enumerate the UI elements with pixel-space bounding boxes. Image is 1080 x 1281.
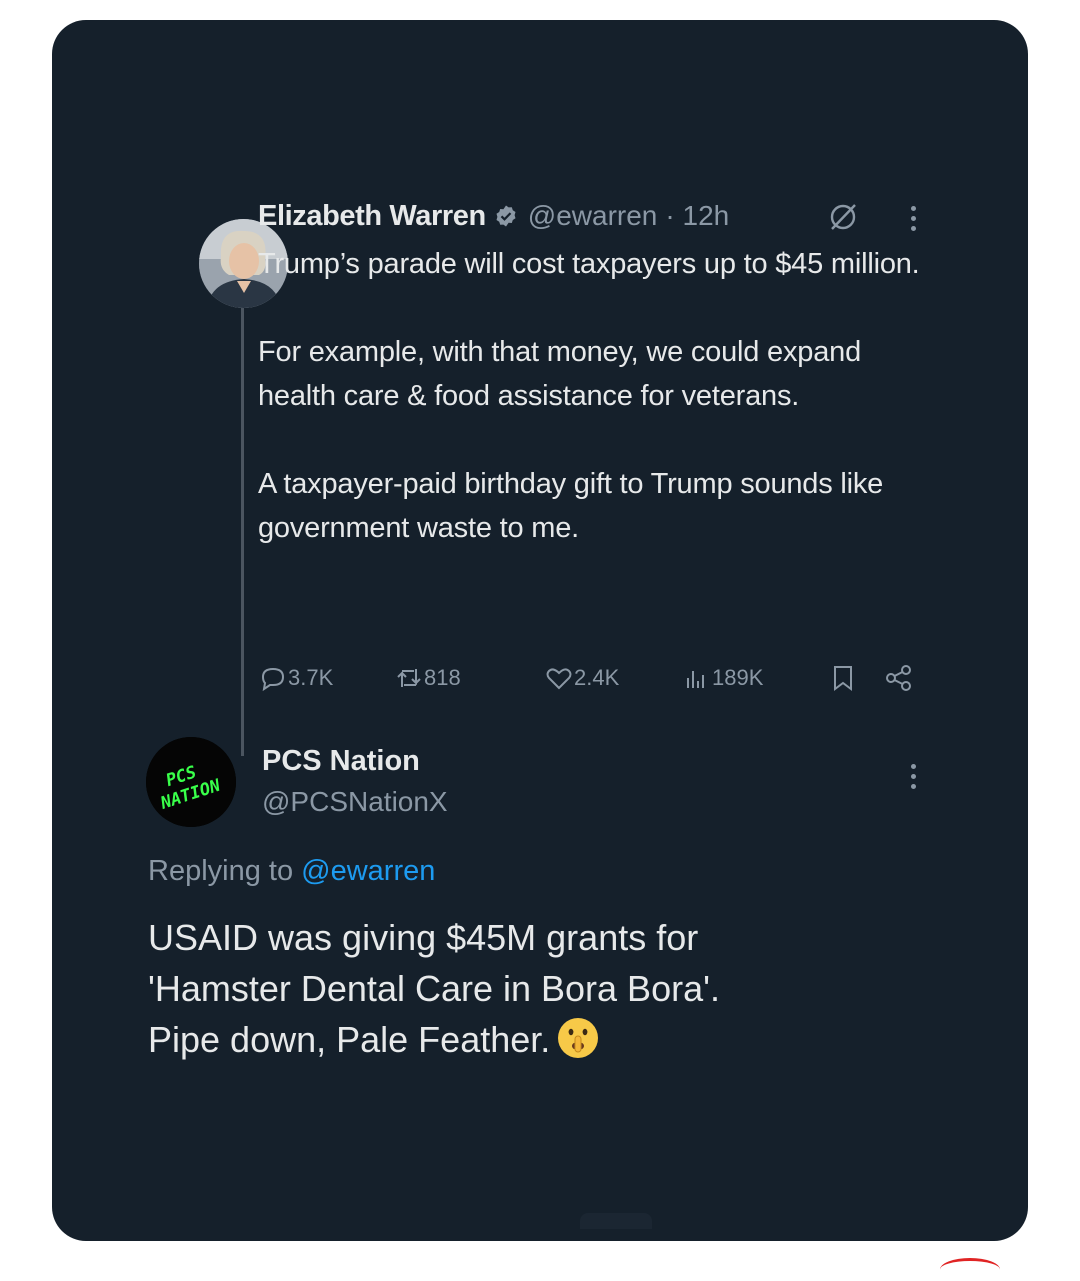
more-options-icon[interactable] [911, 206, 917, 236]
shushing-face-emoji-icon [558, 1018, 599, 1058]
views-icon [687, 671, 704, 688]
tweet-body: Trump’s parade will cost taxpayers up to… [258, 242, 938, 550]
tweet-paragraph: A taxpayer-paid birthday gift to Trump s… [258, 468, 884, 544]
bookmark-button[interactable] [828, 658, 858, 698]
thread-line [241, 306, 244, 756]
tweet-header: Elizabeth Warren @ewarren · 12h [258, 198, 729, 234]
bookmark-icon [834, 666, 852, 691]
repost-button[interactable]: 818 [394, 658, 461, 698]
replying-to-handle[interactable]: @ewarren [301, 855, 435, 887]
repost-count: 818 [424, 665, 461, 690]
pcs-nation-logo: PCS NATION [146, 737, 236, 827]
heart-icon [546, 668, 572, 690]
avatar-pcs-nation[interactable]: PCS NATION [146, 737, 236, 827]
tweet-paragraph: For example, with that money, we could e… [258, 336, 862, 412]
reply-button[interactable]: 3.7K [258, 658, 333, 698]
reply-line-last: Pipe down, Pale Feather. [148, 1014, 908, 1065]
author-handle[interactable]: @ewarren [528, 200, 658, 232]
share-button[interactable] [884, 658, 914, 698]
tweet-card: Elizabeth Warren @ewarren · 12h Trump’s … [52, 20, 1028, 1241]
replying-to-label: Replying to [148, 855, 294, 887]
verified-badge-icon [496, 205, 516, 227]
like-button[interactable]: 2.4K [544, 658, 619, 698]
reply-count: 3.7K [288, 665, 334, 690]
reply-line: USAID was giving $45M grants for [148, 917, 699, 958]
tweet-paragraph: Trump’s parade will cost taxpayers up to… [258, 248, 920, 280]
reply-line: 'Hamster Dental Care in Bora Bora'. [148, 968, 720, 1009]
reply-icon [261, 667, 285, 692]
like-count: 2.4K [574, 665, 620, 690]
tweet-actions: 3.7K 818 2.4K 189K [258, 658, 918, 698]
tweet-time[interactable]: · 12h [665, 200, 729, 232]
repost-icon [397, 669, 421, 687]
replying-to: Replying to @ewarren [148, 855, 435, 888]
reply-author-handle[interactable]: @PCSNationX [262, 786, 448, 818]
reply-line: Pipe down, Pale Feather. [148, 1019, 551, 1060]
view-count: 189K [712, 665, 764, 690]
grok-icon[interactable] [826, 200, 860, 234]
author-name[interactable]: Elizabeth Warren [258, 200, 486, 233]
share-icon [886, 665, 911, 691]
reply-body: USAID was giving $45M grants for 'Hamste… [148, 912, 908, 1065]
reply-author-name[interactable]: PCS Nation [262, 745, 420, 778]
views-button[interactable]: 189K [682, 658, 763, 698]
red-arc-decoration [940, 1258, 1000, 1281]
home-indicator [580, 1213, 652, 1229]
reply-more-options-icon[interactable] [911, 764, 917, 794]
